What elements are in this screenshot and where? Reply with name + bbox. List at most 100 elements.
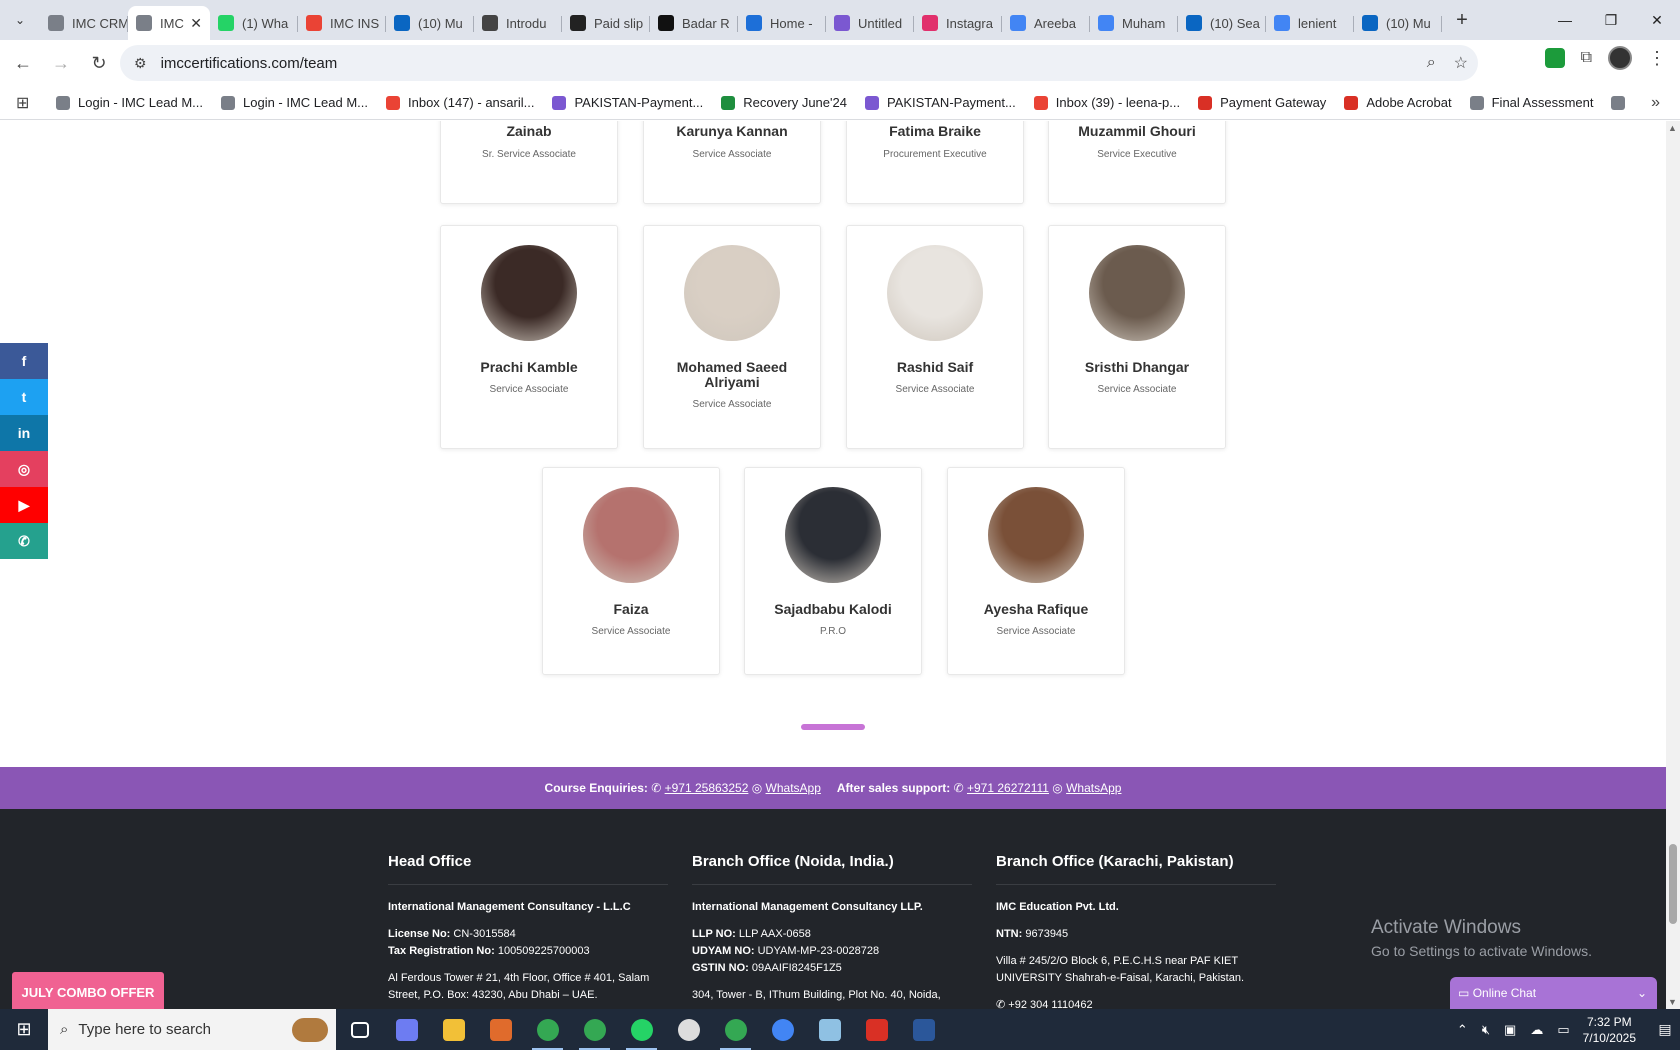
browser-tab[interactable]: Areeba xyxy=(1002,6,1090,40)
zoom-icon[interactable]: ⌕ xyxy=(1427,54,1436,72)
taskbar-clock[interactable]: 7:32 PM 7/10/2025 xyxy=(1583,1014,1636,1046)
browser-tab[interactable]: (10) Sea xyxy=(1178,6,1266,40)
team-member-card[interactable]: Sajadbabu Kalodi P.R.O xyxy=(744,467,922,675)
bookmark-item[interactable]: Inbox (39) - leena-p... xyxy=(1033,95,1180,110)
browser-tab[interactable]: IMC CRM xyxy=(40,6,128,40)
notepad-icon[interactable] xyxy=(806,1009,853,1050)
taskbar-app-glyph xyxy=(350,1021,369,1038)
bookmark-item[interactable]: PAKISTAN-Payment... xyxy=(552,95,703,110)
taskbar-search[interactable]: ⌕ Type here to search xyxy=(48,1009,336,1050)
bookmark-star-icon[interactable]: ☆ xyxy=(1454,53,1468,73)
browser-tab[interactable]: lenient xyxy=(1266,6,1354,40)
page-scrollbar[interactable]: ▲ ▼ xyxy=(1666,121,1680,1009)
team-member-card[interactable]: Muzammil Ghouri Service Executive xyxy=(1048,121,1226,204)
address-bar[interactable]: ⚙ imccertifications.com/team ⌕ ☆ xyxy=(120,45,1478,81)
word-icon[interactable] xyxy=(900,1009,947,1050)
tab-search-icon[interactable]: ⌄ xyxy=(0,0,40,40)
bookmark-item[interactable]: Inbox (147) - ansaril... xyxy=(386,95,534,110)
task-view-icon[interactable] xyxy=(336,1009,383,1050)
browser-tab[interactable]: Introdu xyxy=(474,6,562,40)
close-window-icon[interactable]: ✕ xyxy=(1634,0,1680,40)
browser-tab[interactable]: Home - xyxy=(738,6,826,40)
more-bookmarks-icon[interactable]: » xyxy=(1651,94,1660,112)
whatsapp-icon[interactable] xyxy=(618,1009,665,1050)
browser-tab[interactable]: Muham xyxy=(1090,6,1178,40)
chrome-icon[interactable] xyxy=(524,1009,571,1050)
browser-tab[interactable]: (1) Wha xyxy=(210,6,298,40)
new-tab-button[interactable]: + xyxy=(1446,4,1478,36)
facebook-icon[interactable]: f xyxy=(0,343,48,379)
course-whatsapp-link[interactable]: WhatsApp xyxy=(766,781,821,795)
browser-tab[interactable]: Untitled xyxy=(826,6,914,40)
team-member-card[interactable]: Mohamed Saeed Alriyami Service Associate xyxy=(643,225,821,449)
bookmark-item[interactable]: PAKISTAN-Payment... xyxy=(864,95,1016,110)
forward-icon[interactable]: → xyxy=(44,46,78,80)
support-phone-link[interactable]: +971 26272111 xyxy=(967,781,1049,795)
team-member-card[interactable]: Rashid Saif Service Associate xyxy=(846,225,1024,449)
acrobat-icon[interactable] xyxy=(853,1009,900,1050)
browser-tab[interactable]: Badar R xyxy=(650,6,738,40)
apps-grid-icon[interactable]: ⊞ xyxy=(16,93,36,113)
linkedin-icon[interactable]: in xyxy=(0,415,48,451)
volume-muted-icon[interactable]: 🔇︎ xyxy=(1482,1022,1490,1038)
address-url[interactable]: imccertifications.com/team xyxy=(161,55,338,72)
karachi-phone[interactable]: +92 304 1110462 xyxy=(1008,999,1092,1009)
extensions-puzzle-icon[interactable]: ⧉ xyxy=(1581,49,1592,67)
copilot-icon[interactable] xyxy=(383,1009,430,1050)
browser-tab[interactable]: IMC ✕ xyxy=(128,6,210,40)
youtube-icon[interactable]: ▶ xyxy=(0,487,48,523)
site-info-icon[interactable]: ⚙ xyxy=(134,55,147,72)
bookmark-item[interactable]: Login - IMC Lead M... xyxy=(221,95,368,110)
meet-icon[interactable]: ▣ xyxy=(1504,1022,1516,1038)
browser-tab[interactable]: (10) Mu xyxy=(386,6,474,40)
online-chat-widget[interactable]: ▭ Online Chat ⌄ xyxy=(1450,977,1657,1009)
onedrive-icon[interactable]: ☁ xyxy=(1530,1022,1543,1038)
support-whatsapp-link[interactable]: WhatsApp xyxy=(1066,781,1121,795)
scroll-down-icon[interactable]: ▼ xyxy=(1668,997,1677,1007)
team-member-card[interactable]: Fatima Braike Procurement Executive xyxy=(846,121,1024,204)
minimize-icon[interactable]: — xyxy=(1542,0,1588,40)
browser-tab[interactable]: (10) Mu xyxy=(1354,6,1442,40)
carousel-indicator[interactable] xyxy=(801,724,865,730)
team-member-card[interactable]: Zainab Sr. Service Associate xyxy=(440,121,618,204)
team-member-card[interactable]: Prachi Kamble Service Associate xyxy=(440,225,618,449)
chevron-down-icon[interactable]: ⌄ xyxy=(1637,986,1647,1000)
twitter-icon[interactable]: t xyxy=(0,379,48,415)
chrome-icon[interactable] xyxy=(712,1009,759,1050)
reload-icon[interactable]: ↻ xyxy=(82,46,116,80)
scrollbar-thumb[interactable] xyxy=(1669,844,1677,924)
restore-icon[interactable]: ❐ xyxy=(1588,0,1634,40)
close-tab-icon[interactable]: ✕ xyxy=(190,15,202,32)
instagram-icon[interactable]: ◎ xyxy=(0,451,48,487)
whatsapp-icon[interactable]: ✆ xyxy=(0,523,48,559)
extension-icon[interactable] xyxy=(1544,48,1565,68)
file-explorer-icon[interactable] xyxy=(430,1009,477,1050)
browser-tab[interactable]: Instagra xyxy=(914,6,1002,40)
chrome-icon[interactable] xyxy=(759,1009,806,1050)
team-member-card[interactable]: Faiza Service Associate xyxy=(542,467,720,675)
back-icon[interactable]: ← xyxy=(6,46,40,80)
show-hidden-icons-icon[interactable]: ⌃ xyxy=(1457,1022,1468,1038)
chrome-icon[interactable] xyxy=(571,1009,618,1050)
bookmark-item[interactable] xyxy=(1611,95,1633,110)
course-phone-link[interactable]: +971 25863252 xyxy=(665,781,749,795)
team-member-card[interactable]: Karunya Kannan Service Associate xyxy=(643,121,821,204)
bookmark-item[interactable]: Final Assessment xyxy=(1469,95,1593,110)
bookmark-item[interactable]: Recovery June'24 xyxy=(721,95,847,110)
notifications-icon[interactable]: ▤ xyxy=(1650,1021,1680,1038)
profile-avatar[interactable] xyxy=(1608,46,1632,70)
bookmark-item[interactable]: Payment Gateway xyxy=(1198,95,1326,110)
bookmark-item[interactable]: Login - IMC Lead M... xyxy=(56,95,203,110)
team-member-card[interactable]: Ayesha Rafique Service Associate xyxy=(947,467,1125,675)
browser-tab[interactable]: IMC INS xyxy=(298,6,386,40)
windows-start-icon[interactable]: ⊞ xyxy=(0,1009,48,1050)
team-member-card[interactable]: Sristhi Dhangar Service Associate xyxy=(1048,225,1226,449)
bookmark-item[interactable]: Adobe Acrobat xyxy=(1344,95,1452,110)
app-icon[interactable] xyxy=(477,1009,524,1050)
clock-app-icon[interactable] xyxy=(665,1009,712,1050)
browser-tab[interactable]: Paid slip xyxy=(562,6,650,40)
scroll-up-icon[interactable]: ▲ xyxy=(1668,123,1677,133)
combo-offer-button[interactable]: JULY COMBO OFFER xyxy=(12,972,164,1009)
network-icon[interactable]: ▭ xyxy=(1557,1022,1569,1038)
menu-icon[interactable]: ⋮ xyxy=(1648,48,1666,69)
